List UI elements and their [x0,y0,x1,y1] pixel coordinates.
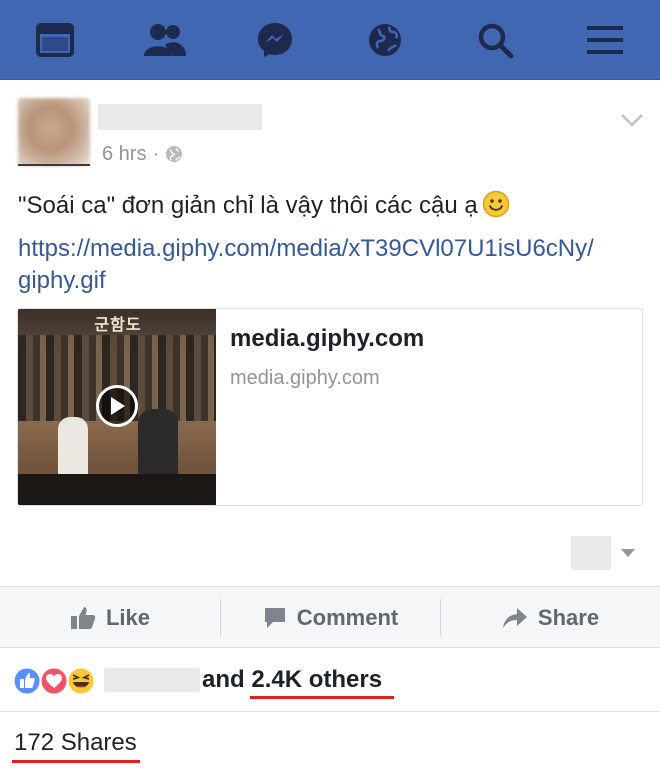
post-time[interactable]: 6 hrs [102,143,146,166]
caret-down-icon[interactable] [620,548,636,558]
post-link-line-1[interactable]: https://media.giphy.com/media/xT39CVl07U… [18,233,648,265]
reactions-summary[interactable]: and 2.4K others [0,648,660,712]
like-label: Like [105,605,151,630]
link-card-title[interactable]: media.giphy.com [230,325,424,353]
post-link-line-2[interactable]: giphy.gif [18,265,648,297]
page-selector-redacted[interactable] [571,536,611,570]
share-button[interactable]: Share [441,587,660,649]
notifications-globe-icon [369,24,401,56]
comment-button[interactable]: Comment [221,587,440,649]
reactions-text: and 2.4K others [202,666,382,694]
thumb-person-2 [138,409,178,477]
reactions-others-count[interactable]: 2.4K others [251,666,382,693]
post-options-chevron-icon[interactable] [620,112,644,128]
shares-summary[interactable]: 172 Shares [0,712,660,774]
share-label: Share [537,605,600,630]
gif-thumbnail[interactable]: 군함도 [18,309,216,505]
meta-separator: · [152,142,160,165]
news-feed-button[interactable] [31,16,79,64]
shares-count[interactable]: 172 Shares [14,729,137,757]
thumb-foreground [18,474,216,505]
friends-icon [144,24,186,56]
reaction-icons [12,666,96,696]
avatar-underline [18,164,90,166]
top-navbar [0,0,660,80]
reactor-name-redacted[interactable] [104,668,200,692]
author-name-redacted[interactable] [98,104,262,130]
post-message: "Soái ca" đơn giản chỉ là vậy thôi các c… [18,190,638,222]
thumb-person-1 [58,417,88,477]
link-card-domain: media.giphy.com [230,367,380,389]
messenger-button[interactable] [251,16,299,64]
post-link[interactable]: https://media.giphy.com/media/xT39CVl07U… [18,233,648,297]
thumbs-up-icon [70,607,96,629]
post-action-bar: Like Comment Share [0,586,660,648]
public-globe-icon [166,146,183,162]
love-reaction-icon [39,666,69,696]
thumb-banner-text: 군함도 [94,317,142,334]
feed-post: 6 hrs · "Soái ca" đơn giản chỉ là vậy th… [0,80,660,586]
link-preview-card[interactable]: 군함도 media.giphy.com media.giphy.com [17,308,643,506]
smile-emoji-icon [482,190,509,218]
search-icon [478,23,514,59]
avatar[interactable] [18,98,90,166]
play-icon [111,397,125,415]
reactions-and: and [202,666,245,693]
red-annotation-underline [12,760,140,763]
post-message-text: "Soái ca" đơn giản chỉ là vậy thôi các c… [18,192,478,219]
comment-bubble-icon [264,608,285,628]
comment-label: Comment [296,605,399,630]
menu-button[interactable] [581,16,629,64]
share-arrow-icon [502,608,527,628]
messenger-icon [258,23,292,57]
news-feed-icon [36,23,74,57]
post-meta: 6 hrs · [102,142,183,166]
red-annotation-underline [250,696,394,699]
play-button[interactable] [96,385,138,427]
notifications-button[interactable] [361,16,409,64]
search-button[interactable] [471,16,519,64]
haha-reaction-icon [66,666,96,696]
menu-icon [587,26,623,54]
like-button[interactable]: Like [0,587,220,649]
friends-button[interactable] [141,16,189,64]
like-reaction-icon [12,666,42,696]
